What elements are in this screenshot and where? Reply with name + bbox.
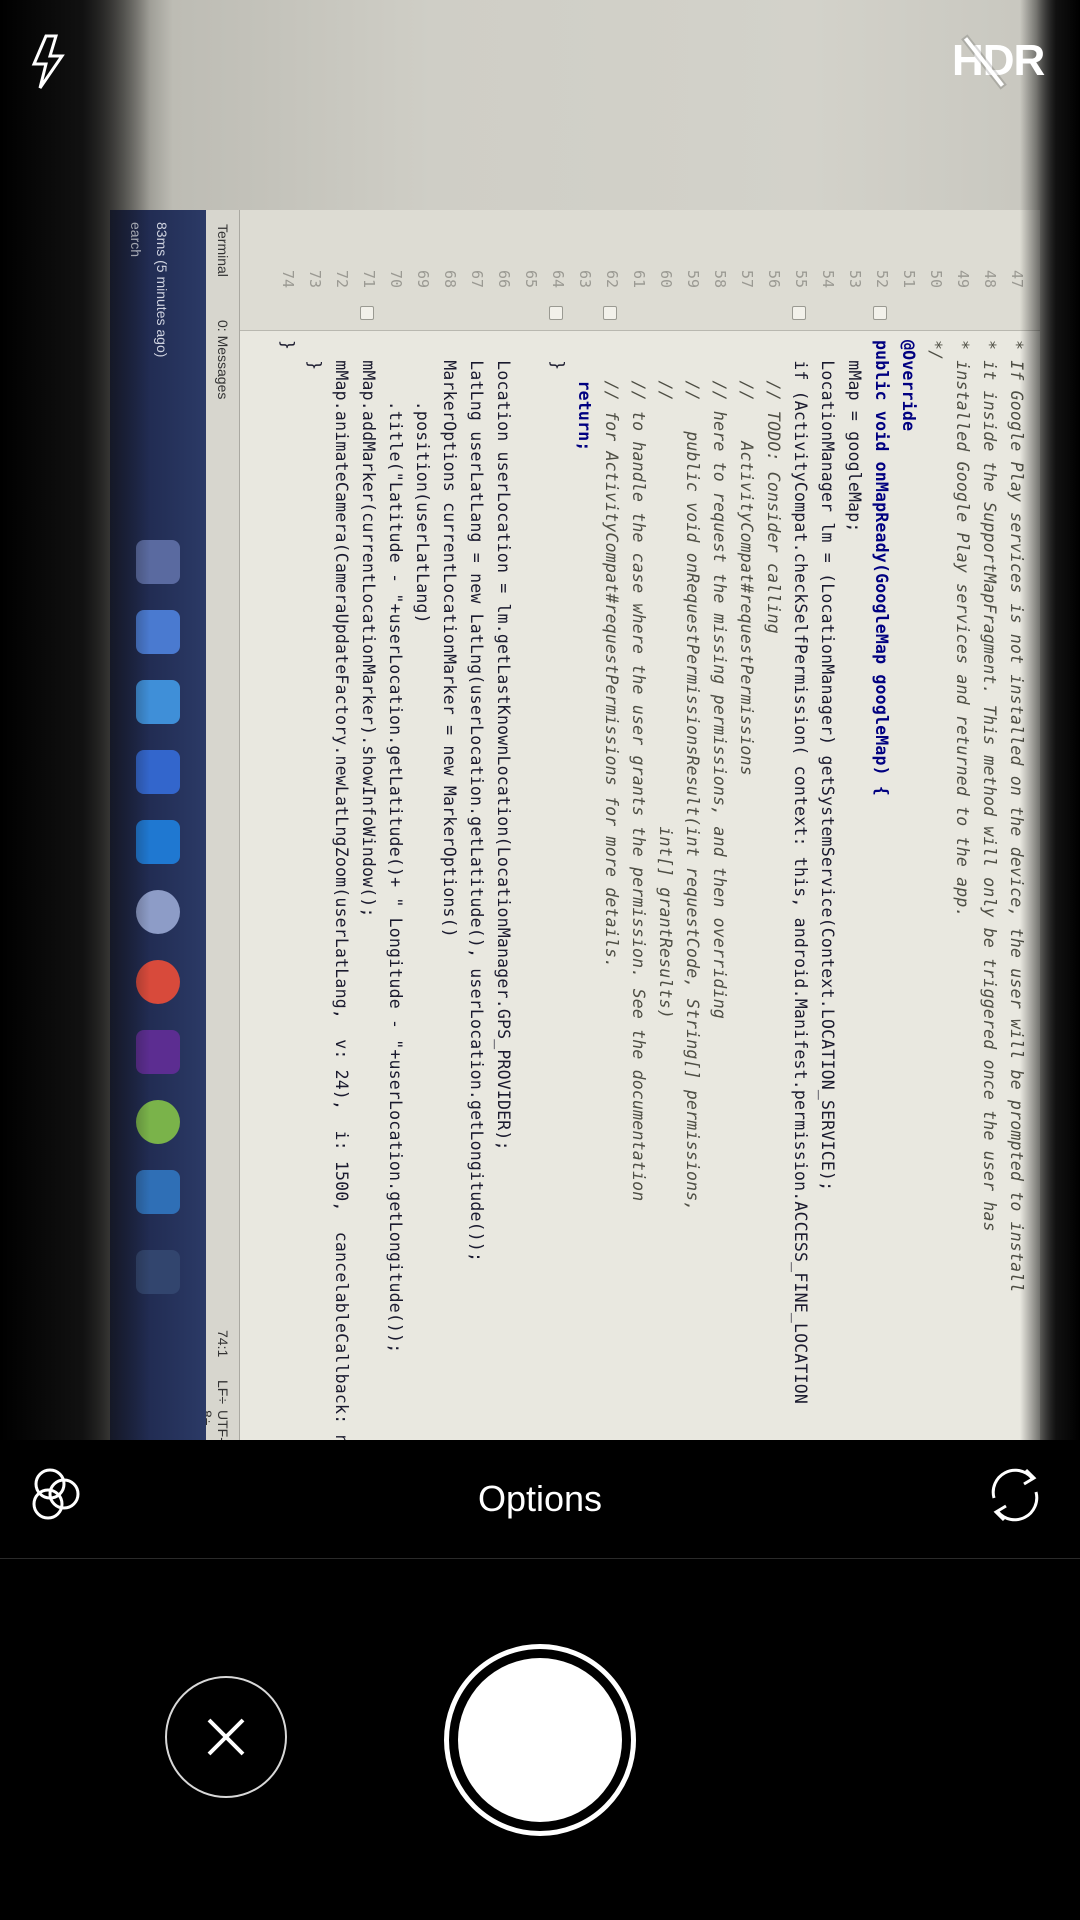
code-line: * it inside the SupportMapFragment. This… (980, 340, 999, 1232)
code-line: * installed Google Play services and ret… (953, 340, 972, 918)
line-number: 62 (603, 269, 621, 288)
flash-toggle-button[interactable] (26, 32, 70, 92)
code-line: .title("Latitude - "+userLocation.getLat… (386, 340, 405, 1354)
viewfinder-shadow-left (0, 0, 150, 1440)
line-number: 66 (495, 269, 513, 288)
line-number: 53 (846, 269, 864, 288)
cursor-position: 74:1 (215, 1330, 231, 1358)
switch-camera-button[interactable] (982, 1462, 1048, 1528)
code-line: // public void onRequestPermissionsResul… (683, 340, 702, 1212)
line-number: 55 (792, 269, 810, 288)
code-line: if (ActivityCompat.checkSelfPermission( … (791, 340, 810, 1405)
line-number: 54 (819, 269, 837, 288)
line-number: 68 (441, 269, 459, 288)
code-line: */ (926, 340, 945, 361)
line-number: 74 (279, 269, 297, 288)
close-icon (207, 1718, 245, 1756)
shutter-button[interactable] (444, 1644, 636, 1836)
line-number: 67 (468, 269, 486, 288)
options-button[interactable]: Options (0, 1478, 1080, 1520)
code-line: Location userLocation = lm.getLastKnownL… (494, 340, 513, 1151)
line-number: 61 (630, 269, 648, 288)
line-number: 63 (576, 269, 594, 288)
code-line: } (305, 340, 324, 371)
code-line: mMap.addMarker(currentLocationMarker).sh… (359, 340, 378, 918)
line-number: 52 (873, 269, 891, 288)
build-time: 83ms (5 minutes ago) (154, 222, 170, 358)
code-line: @Override (899, 340, 918, 432)
line-separator: LF÷ (215, 1380, 231, 1405)
code-line: MarkerOptions currentLocationMarker = ne… (440, 340, 459, 938)
line-number: 72 (333, 269, 351, 288)
code-line: // to handle the case where the user gra… (629, 340, 648, 1202)
code-line: // here to request the missing permissio… (710, 340, 729, 1019)
line-number: 59 (684, 269, 702, 288)
fold-marker-icon[interactable] (360, 306, 374, 320)
code-line: } (548, 340, 567, 371)
fold-marker-icon[interactable] (873, 306, 887, 320)
line-number: 57 (738, 269, 756, 288)
code-line: public void onMapReady(GoogleMap googleM… (872, 340, 891, 797)
hdr-toggle-button[interactable]: HDR (952, 36, 1052, 87)
line-number-gutter: 47 48 49 50 51 52 53 54 55 56 57 58 59 60 61 62 63 64 65 66… (240, 210, 1040, 331)
code-line: // int[] grantResults) (656, 340, 675, 1019)
code-line: return; (575, 340, 594, 452)
options-bar: Options (0, 1440, 1080, 1559)
terminal-tab: Terminal (215, 224, 231, 277)
line-number: 56 (765, 269, 783, 288)
messages-tab: 0: Messages (215, 320, 231, 400)
line-number: 49 (954, 269, 972, 288)
line-number: 51 (900, 269, 918, 288)
code-line: LocationManager lm = (LocationManager) g… (818, 340, 837, 1192)
viewfinder-shadow-right (1020, 0, 1080, 1440)
code-line: // for ActivityCompat#requestPermissions… (602, 340, 621, 969)
fold-marker-icon[interactable] (792, 306, 806, 320)
code-line: .position(userLatLang) (413, 340, 432, 624)
camera-switch-icon (991, 1468, 1039, 1522)
fold-marker-icon[interactable] (603, 306, 617, 320)
line-number: 70 (387, 269, 405, 288)
line-number: 60 (657, 269, 675, 288)
shutter-icon (458, 1658, 622, 1822)
cancel-button[interactable] (165, 1676, 287, 1798)
line-number: 73 (306, 269, 324, 288)
code-line: mMap = googleMap; (845, 340, 864, 533)
camera-viewfinder[interactable]: 47 48 49 50 51 52 53 54 55 56 57 58 59 60 61 62 63 64 65 66… (0, 0, 1080, 1440)
line-number: 71 (360, 269, 378, 288)
line-number: 48 (981, 269, 999, 288)
line-number: 50 (927, 269, 945, 288)
flash-auto-icon (31, 34, 65, 89)
code-line: } (278, 340, 297, 351)
photographed-laptop-screen: 47 48 49 50 51 52 53 54 55 56 57 58 59 60 61 62 63 64 65 66… (110, 210, 1040, 1440)
code-line: mMap.animateCamera(CameraUpdateFactory.n… (332, 340, 351, 1440)
fold-marker-icon[interactable] (549, 306, 563, 320)
code-line: // TODO: Consider calling (764, 340, 783, 634)
line-number: 64 (549, 269, 567, 288)
line-number: 65 (522, 269, 540, 288)
line-number: 69 (414, 269, 432, 288)
code-line: // ActivityCompat#requestPermissions (737, 340, 756, 776)
ide-status-bar: Terminal 0: Messages 74:1 LF÷ UTF-8÷ (199, 210, 240, 1440)
code-line: LatLng userLatLang = new LatLng(userLoca… (467, 340, 486, 1263)
code-editor: 47 48 49 50 51 52 53 54 55 56 57 58 59 60 61 62 63 64 65 66… (240, 210, 1040, 1440)
line-number: 58 (711, 269, 729, 288)
